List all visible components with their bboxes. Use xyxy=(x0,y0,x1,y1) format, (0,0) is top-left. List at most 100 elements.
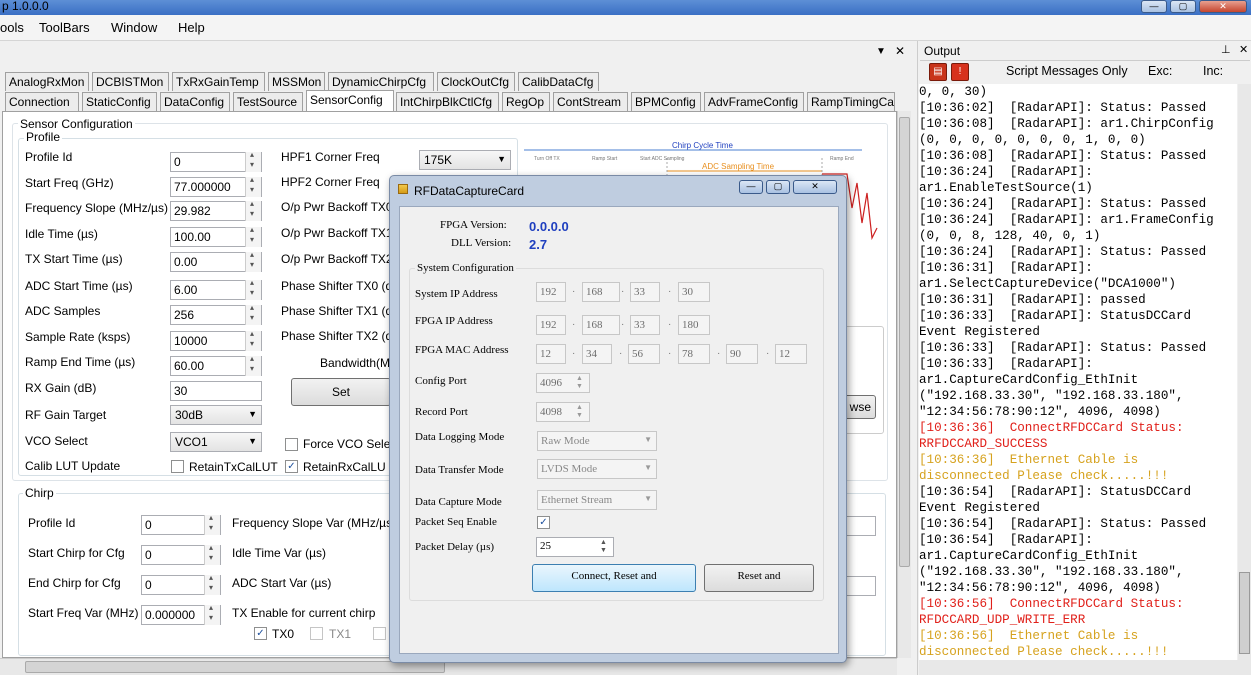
close-icon[interactable]: ✕ xyxy=(895,44,905,58)
menu-window[interactable]: Window xyxy=(111,20,157,35)
scrollbar-thumb[interactable] xyxy=(25,661,445,673)
close-icon[interactable]: ✕ xyxy=(1239,43,1248,56)
reset-button[interactable]: Reset and xyxy=(704,564,814,592)
spinner-icon[interactable]: ▲ ▼ xyxy=(576,404,583,420)
stop-icon[interactable]: ! xyxy=(951,63,969,81)
spinner-icon[interactable] xyxy=(245,225,261,247)
profile-field-input[interactable]: 30 xyxy=(170,381,262,401)
vertical-scrollbar[interactable] xyxy=(897,111,911,658)
hpf1-select[interactable]: 175K ▼ xyxy=(419,150,511,170)
tab-advframeconfig[interactable]: AdvFrameConfig xyxy=(704,92,804,111)
freq-slope-var-input[interactable] xyxy=(846,516,876,536)
output-hscrollbar[interactable] xyxy=(919,660,1251,675)
close-button[interactable]: ✕ xyxy=(1199,0,1247,13)
mac-byte-4[interactable]: 78 xyxy=(678,344,710,364)
menu-help[interactable]: Help xyxy=(178,20,205,35)
profile-field-input[interactable]: 60.00 xyxy=(170,354,262,376)
menu-toolbars[interactable]: ToolBars xyxy=(39,20,90,35)
chirp-field-input[interactable]: 0 xyxy=(141,513,221,535)
menu-tools[interactable]: ools xyxy=(0,20,24,35)
dropdown-arrow-icon[interactable]: ▼ xyxy=(876,46,886,57)
adc-start-var-input[interactable] xyxy=(846,576,876,596)
profile-field-input[interactable]: 256 xyxy=(170,303,262,325)
system-ip-octet-3[interactable]: 33 xyxy=(630,282,660,302)
tab-sensorconfig[interactable]: SensorConfig xyxy=(306,90,394,111)
connect-reset-button[interactable]: Connect, Reset and xyxy=(532,564,696,592)
spinner-icon[interactable] xyxy=(245,175,261,197)
tab-contstream[interactable]: ContStream xyxy=(553,92,628,111)
tab-calibdatacfg[interactable]: CalibDataCfg xyxy=(518,72,599,91)
packet-seq-checkbox[interactable]: ✓ xyxy=(537,516,550,529)
profile-field-input[interactable]: 0.00 xyxy=(170,250,262,272)
spinner-icon[interactable] xyxy=(204,573,220,595)
retain-tx-checkbox[interactable] xyxy=(171,460,184,473)
maximize-button[interactable]: ▢ xyxy=(1170,0,1196,13)
pin-icon[interactable]: ⊥ xyxy=(1221,43,1231,56)
tab-ramptimingcal[interactable]: RampTimingCa xyxy=(807,92,895,111)
spinner-icon[interactable] xyxy=(204,603,220,625)
mac-byte-6[interactable]: 12 xyxy=(775,344,807,364)
tab-mssmon[interactable]: MSSMon xyxy=(268,72,325,91)
system-ip-octet-2[interactable]: 168 xyxy=(582,282,620,302)
profile-field-input[interactable]: 100.00 xyxy=(170,225,262,247)
spinner-icon[interactable] xyxy=(204,513,220,535)
spinner-icon[interactable] xyxy=(245,329,261,351)
spinner-icon[interactable] xyxy=(245,150,261,172)
tab-bpmconfig[interactable]: BPMConfig xyxy=(631,92,701,111)
tab-regop[interactable]: RegOp xyxy=(502,92,550,111)
spinner-icon[interactable] xyxy=(245,199,261,221)
tab-connection[interactable]: Connection xyxy=(5,92,79,111)
tab-analogrxmon[interactable]: AnalogRxMon xyxy=(5,72,89,91)
spinner-icon[interactable]: ▲ ▼ xyxy=(576,375,583,391)
scrollbar-thumb[interactable] xyxy=(899,117,910,567)
profile-field-input[interactable]: 10000 xyxy=(170,329,262,351)
fpga-ip-octet-4[interactable]: 180 xyxy=(678,315,710,335)
tab-txrxgaintemp[interactable]: TxRxGainTemp xyxy=(172,72,265,91)
script-messages-filter[interactable]: Script Messages Only xyxy=(1006,64,1128,78)
scrollbar-thumb[interactable] xyxy=(1239,572,1250,654)
profile-field-input[interactable]: 29.982 xyxy=(170,199,262,221)
tab-intchirpblkctlcfg[interactable]: IntChirpBlkCtlCfg xyxy=(396,92,499,111)
tab-staticconfig[interactable]: StaticConfig xyxy=(82,92,157,111)
profile-field-input[interactable]: 0 xyxy=(170,150,262,172)
chirp-field-input[interactable]: 0 xyxy=(141,573,221,595)
profile-field-input[interactable]: 77.000000 xyxy=(170,175,262,197)
spinner-icon[interactable] xyxy=(245,303,261,325)
tab-clockoutcfg[interactable]: ClockOutCfg xyxy=(437,72,515,91)
profile-field-input[interactable]: 6.00 xyxy=(170,278,262,300)
force-vco-checkbox[interactable] xyxy=(285,438,298,451)
tx1-checkbox[interactable] xyxy=(310,627,323,640)
retain-rx-checkbox[interactable]: ✓ xyxy=(285,460,298,473)
fpga-ip-octet-1[interactable]: 192 xyxy=(536,315,566,335)
data-capture-select[interactable]: Ethernet Stream ▼ xyxy=(537,490,657,510)
spinner-icon[interactable] xyxy=(245,250,261,272)
tab-dataconfig[interactable]: DataConfig xyxy=(160,92,230,111)
data-logging-select[interactable]: Raw Mode ▼ xyxy=(537,431,657,451)
chirp-field-input[interactable]: 0 xyxy=(141,543,221,565)
spinner-icon[interactable]: ▲ ▼ xyxy=(600,539,607,555)
tab-dcbistmon[interactable]: DCBISTMon xyxy=(92,72,169,91)
data-transfer-select[interactable]: LVDS Mode ▼ xyxy=(537,459,657,479)
tx2-checkbox[interactable] xyxy=(373,627,386,640)
spinner-icon[interactable] xyxy=(245,278,261,300)
tab-dynamicchirpcfg[interactable]: DynamicChirpCfg xyxy=(328,72,434,91)
dialog-maximize-button[interactable]: ▢ xyxy=(766,180,790,194)
spinner-icon[interactable] xyxy=(204,543,220,565)
clear-icon[interactable]: ▤ xyxy=(929,63,947,81)
mac-byte-2[interactable]: 34 xyxy=(582,344,612,364)
mac-byte-5[interactable]: 90 xyxy=(726,344,758,364)
mac-byte-1[interactable]: 12 xyxy=(536,344,566,364)
spinner-icon[interactable] xyxy=(245,354,261,376)
output-scrollbar[interactable] xyxy=(1238,84,1251,660)
fpga-ip-octet-3[interactable]: 33 xyxy=(630,315,660,335)
dialog-minimize-button[interactable]: — xyxy=(739,180,763,194)
mac-byte-3[interactable]: 56 xyxy=(628,344,660,364)
fpga-ip-octet-2[interactable]: 168 xyxy=(582,315,620,335)
system-ip-octet-4[interactable]: 30 xyxy=(678,282,710,302)
vco-select[interactable]: VCO1 ▼ xyxy=(170,432,262,452)
rf-gain-select[interactable]: 30dB ▼ xyxy=(170,405,262,425)
set-button[interactable]: Set xyxy=(291,378,391,406)
chirp-field-input[interactable]: 0.000000 xyxy=(141,603,221,625)
tx0-checkbox[interactable]: ✓ xyxy=(254,627,267,640)
minimize-button[interactable]: — xyxy=(1141,0,1167,13)
